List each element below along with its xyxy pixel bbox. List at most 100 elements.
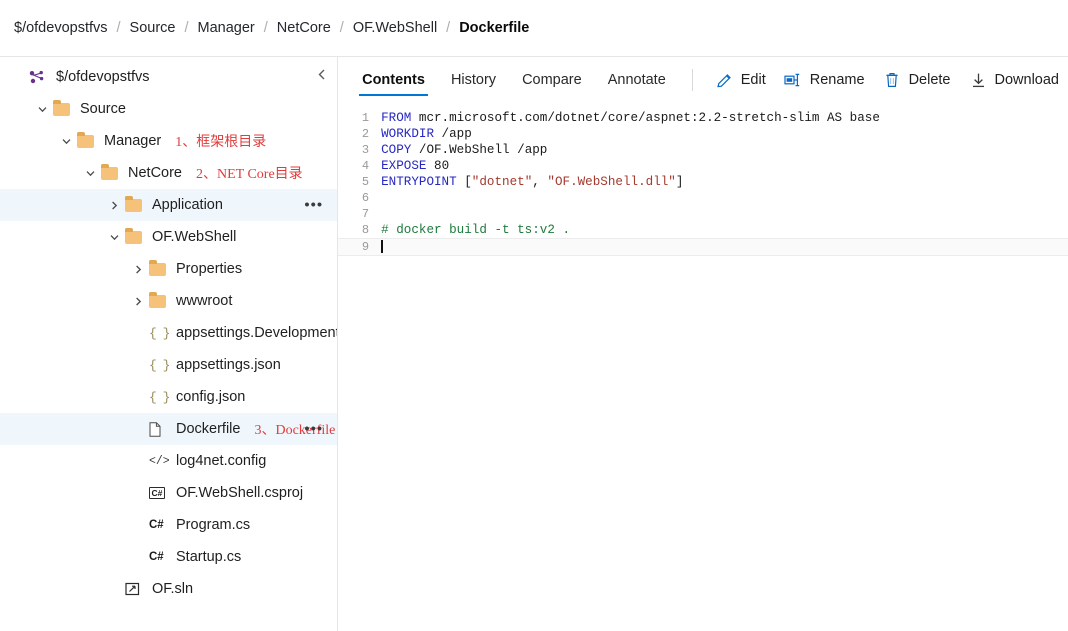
code-line: 4 EXPOSE 80 [338, 158, 1068, 174]
breadcrumb-item-dockerfile: Dockerfile [459, 20, 530, 36]
file-tree-sidebar: $/ofdevopstfvs Source Manager 1、框架根目录 NetCor… [0, 57, 339, 631]
json-file-icon: { } [149, 389, 170, 405]
breadcrumb-separator: / [116, 20, 121, 36]
breadcrumb-separator: / [263, 20, 268, 36]
breadcrumb-item-netcore[interactable]: NetCore [277, 20, 331, 36]
main-split: $/ofdevopstfvs Source Manager 1、框架根目录 NetCor… [0, 57, 1068, 631]
tree-item-annotation: 2、NET Core目录 [196, 167, 303, 182]
tree-item-of-sln[interactable]: OF.sln [0, 573, 337, 605]
edit-label: Edit [740, 72, 766, 88]
tree-item-appsettings-development-json[interactable]: { } appsettings.Development.json [0, 317, 337, 349]
breadcrumb-item-manager[interactable]: Manager [198, 20, 255, 36]
code-line-text: WORKDIR /app [381, 126, 472, 142]
code-token: 80 [426, 159, 450, 173]
chevron-down-icon[interactable] [34, 106, 50, 113]
tab-compare[interactable]: Compare [509, 57, 595, 103]
chevron-right-icon[interactable] [130, 265, 146, 274]
chevron-down-icon[interactable] [106, 234, 122, 241]
code-line: 5 ENTRYPOINT ["dotnet", "OF.WebShell.dll"… [338, 174, 1068, 190]
folder-icon [125, 195, 145, 213]
tab-annotate[interactable]: Annotate [595, 57, 679, 103]
tree-item-config-json[interactable]: { } config.json [0, 381, 337, 413]
tree-item-label: $/ofdevopstfvs [56, 69, 150, 85]
tab-history[interactable]: History [438, 57, 509, 103]
tree-item-label: Properties [176, 261, 243, 277]
tree-item-of-webshell[interactable]: OF.WebShell [0, 221, 337, 253]
breadcrumb-separator: / [184, 20, 189, 36]
folder-icon [53, 99, 73, 117]
breadcrumb-item-source[interactable]: Source [130, 20, 176, 36]
tree-item-properties[interactable]: Properties [0, 253, 337, 285]
folder-icon [101, 163, 121, 181]
code-token: , [532, 175, 548, 189]
code-viewer[interactable]: 1 FROM mcr.microsoft.com/dotnet/core/aspn… [338, 103, 1068, 256]
breadcrumb-item-of-webshell[interactable]: OF.WebShell [353, 20, 437, 36]
tree-item-more-actions-button[interactable]: ••• [304, 198, 323, 213]
tree-item-label: OF.WebShell [152, 229, 237, 245]
csproj-file-icon: C# [149, 485, 169, 501]
tree-item-manager[interactable]: Manager 1、框架根目录 [0, 125, 337, 157]
line-number: 6 [361, 191, 370, 205]
tree-item-startup-cs[interactable]: C# Startup.cs [0, 541, 337, 573]
delete-button[interactable]: Delete [874, 63, 960, 97]
tree-item-label: OF.sln [152, 581, 194, 597]
folder-icon [77, 131, 97, 149]
tree-item-appsettings-json[interactable]: { } appsettings.json [0, 349, 337, 381]
code-line-text: EXPOSE 80 [381, 158, 449, 174]
json-file-icon: { } [149, 357, 170, 373]
chevron-down-icon[interactable] [58, 138, 74, 145]
code-token: mcr.microsoft.com/dotnet/core/aspnet:2.2… [411, 111, 880, 125]
code-token: COPY [381, 143, 412, 157]
tree-item-ofdevopstfvs[interactable]: $/ofdevopstfvs [0, 61, 337, 93]
tree-item-source[interactable]: Source [0, 93, 337, 125]
code-token: # docker build -t ts:v2 . [381, 223, 571, 237]
csharp-file-icon: C# [149, 519, 164, 531]
tree-item-label: Startup.cs [176, 549, 242, 565]
csharp-file-icon: C# [149, 551, 164, 563]
download-icon [969, 72, 988, 89]
line-number: 8 [361, 223, 370, 237]
folder-icon [149, 291, 169, 309]
chevron-right-icon[interactable] [106, 201, 122, 210]
tab-contents[interactable]: Contents [349, 57, 438, 103]
pencil-icon [715, 72, 734, 89]
line-number: 5 [361, 175, 370, 189]
code-line: 3 COPY /OF.WebShell /app [338, 142, 1068, 158]
tree-item-of-webshell-csproj[interactable]: C# OF.WebShell.csproj [0, 477, 337, 509]
tree-item-application[interactable]: Application ••• [0, 189, 338, 221]
breadcrumb-item-ofdevopstfvs[interactable]: $/ofdevopstfvs [14, 20, 108, 36]
text-cursor [381, 240, 383, 254]
tree-item-program-cs[interactable]: C# Program.cs [0, 509, 337, 541]
breadcrumb: $/ofdevopstfvs / Source / Manager / NetCore / OF… [0, 0, 1068, 57]
breadcrumb-separator: / [339, 20, 344, 36]
file-browser-page: $/ofdevopstfvs / Source / Manager / NetCore / OF… [0, 0, 1068, 631]
tree-item-dockerfile[interactable]: Dockerfile 3、Dockerfile ••• [0, 413, 338, 445]
code-line: 6 [338, 190, 1068, 206]
line-number: 4 [361, 159, 370, 173]
folder-icon [149, 259, 169, 277]
code-token: /OF.WebShell /app [411, 143, 548, 157]
delete-label: Delete [908, 72, 951, 88]
edit-button[interactable]: Edit [706, 63, 775, 97]
toolbar-divider [691, 69, 693, 91]
download-button[interactable]: Download [960, 63, 1068, 97]
code-line-text: # docker build -t ts:v2 . [381, 222, 570, 238]
tree-item-label: wwwroot [176, 293, 233, 309]
tree-item-wwwroot[interactable]: wwwroot [0, 285, 337, 317]
folder-icon [125, 227, 145, 245]
file-content-pane: Contents History Compare Annotate Edit Rename… [338, 57, 1068, 631]
tree-item-more-actions-button[interactable]: ••• [304, 422, 323, 437]
code-line-text: COPY /OF.WebShell /app [381, 142, 547, 158]
code-token: "OF.WebShell.dll" [547, 175, 676, 189]
tree-item-log4net-config[interactable]: </> log4net.config [0, 445, 337, 477]
code-token: ] [675, 175, 684, 189]
tree-item-netcore[interactable]: NetCore 2、NET Core目录 [0, 157, 337, 189]
rename-button[interactable]: Rename [775, 63, 874, 97]
chevron-down-icon[interactable] [82, 170, 98, 177]
line-number: 9 [361, 240, 370, 254]
chevron-right-icon[interactable] [130, 297, 146, 306]
code-line: 2 WORKDIR /app [338, 126, 1068, 142]
code-token: [ [456, 175, 472, 189]
code-token: "dotnet" [471, 175, 533, 189]
content-toolbar: Contents History Compare Annotate Edit Rename… [338, 57, 1068, 103]
